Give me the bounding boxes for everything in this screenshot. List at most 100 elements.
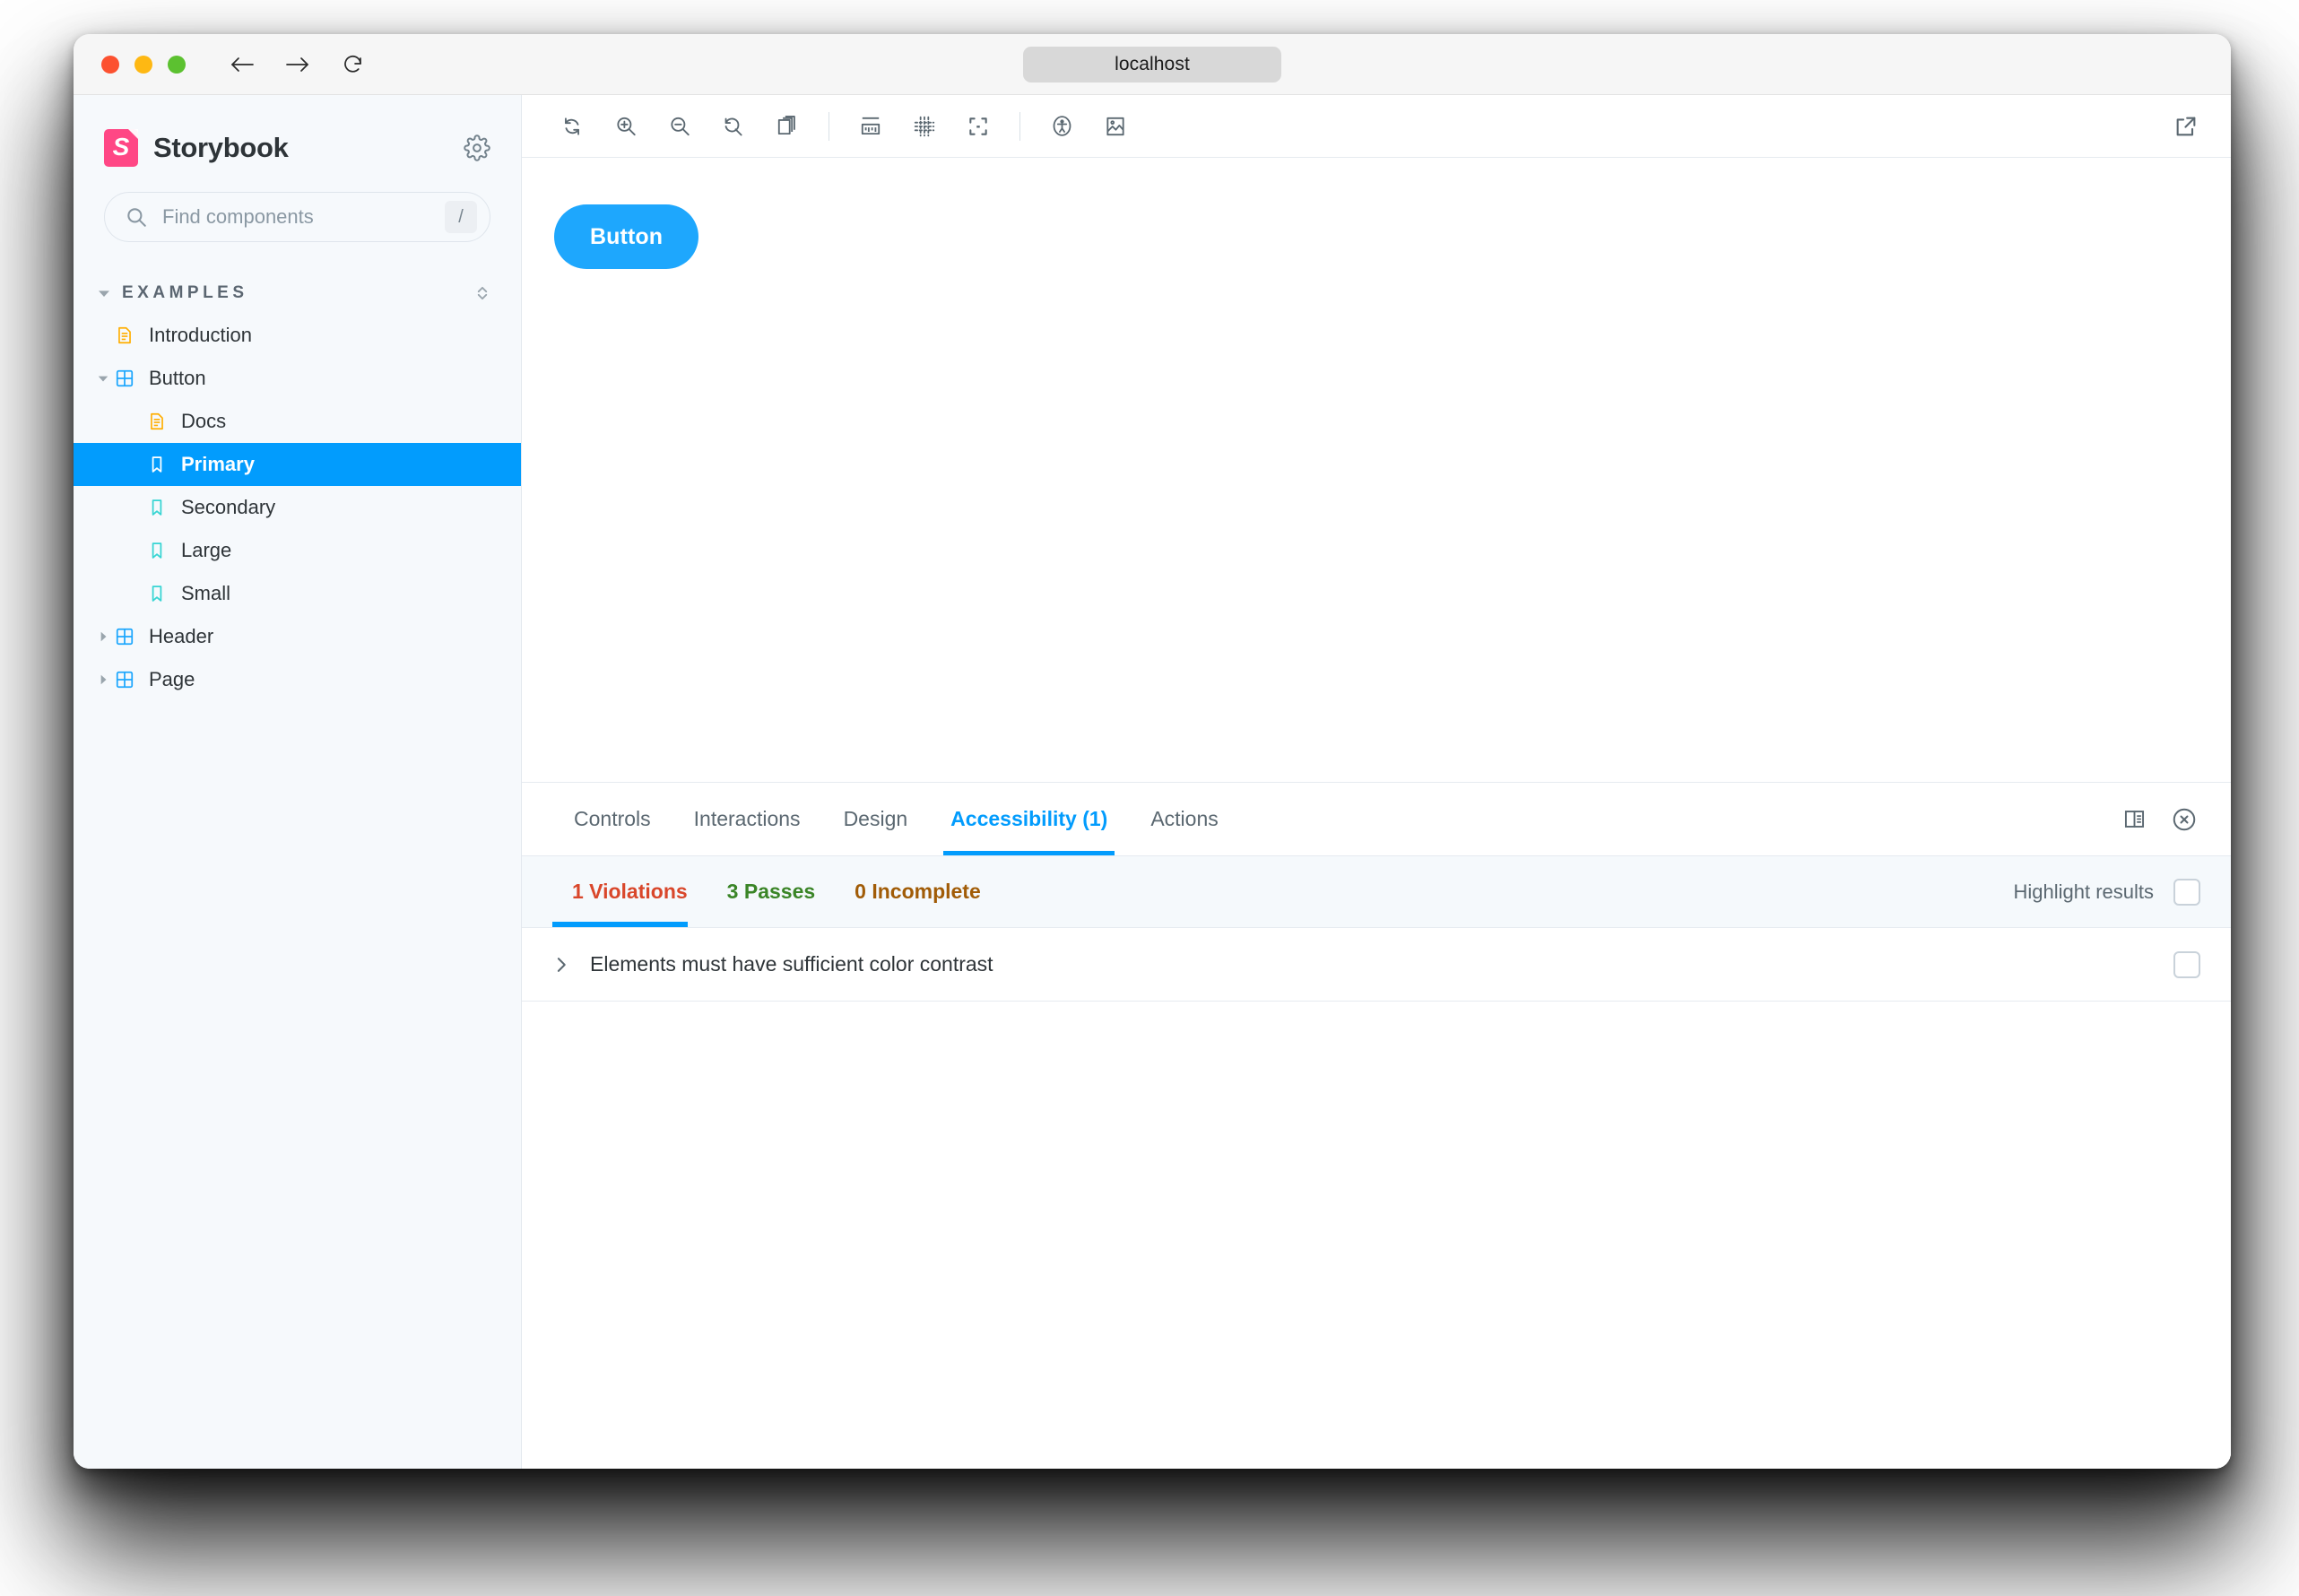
story-icon [147, 541, 167, 560]
measure-button[interactable] [849, 105, 892, 148]
zoom-reset-button[interactable] [712, 105, 755, 148]
snapshot-button[interactable] [1094, 105, 1137, 148]
story-icon [147, 498, 167, 517]
subtab-incomplete[interactable]: 0 Incomplete [835, 856, 1001, 927]
sidebar-item-primary[interactable]: Primary [74, 443, 521, 486]
sidebar-item-large[interactable]: Large [74, 529, 521, 572]
sidebar-item-label: Small [181, 582, 230, 605]
browser-nav-buttons [229, 51, 367, 78]
chevron-right-icon[interactable] [552, 956, 570, 974]
settings-button[interactable] [464, 134, 490, 161]
search-icon [125, 205, 148, 229]
backgrounds-button[interactable] [766, 105, 809, 148]
arrow-right-icon [285, 56, 310, 74]
refresh-icon [560, 115, 584, 138]
sidebar-item-secondary[interactable]: Secondary [74, 486, 521, 529]
chevron-right-icon[interactable] [97, 630, 115, 643]
sidebar-item-small[interactable]: Small [74, 572, 521, 615]
expand-all-button[interactable] [474, 283, 490, 303]
chevron-down-icon[interactable] [97, 372, 115, 385]
search-input[interactable] [162, 205, 445, 229]
sidebar-item-label: Button [149, 367, 206, 390]
photo-icon [1104, 115, 1127, 138]
reload-button[interactable] [340, 51, 367, 78]
back-button[interactable] [229, 51, 256, 78]
panel-close-button[interactable] [2159, 783, 2209, 855]
browser-window: localhost S Storybook [74, 34, 2231, 1469]
chevron-down-icon [97, 286, 111, 300]
sidebar-item-page[interactable]: Page [74, 658, 521, 701]
zoom-in-button[interactable] [604, 105, 647, 148]
document-icon [115, 325, 134, 345]
panel-position-button[interactable] [2109, 783, 2159, 855]
outline-button[interactable] [957, 105, 1000, 148]
copy-icon [776, 115, 799, 138]
zoom-out-button[interactable] [658, 105, 701, 148]
window-close-button[interactable] [101, 56, 119, 74]
browser-chrome: localhost [74, 34, 2231, 95]
addons-panel: Controls Interactions Design Accessibili… [522, 782, 2231, 1469]
window-minimize-button[interactable] [134, 56, 152, 74]
a11y-button[interactable] [1040, 105, 1083, 148]
violation-checkbox[interactable] [2173, 951, 2200, 978]
sidebar-header: S Storybook [74, 95, 521, 167]
panel-empty-area [522, 1002, 2231, 1469]
highlight-results-label: Highlight results [2013, 856, 2173, 927]
grid-icon [913, 115, 936, 138]
highlight-results-checkbox[interactable] [2173, 879, 2200, 906]
violation-row[interactable]: Elements must have sufficient color cont… [522, 928, 2231, 1002]
search-box[interactable]: / [104, 192, 490, 242]
open-in-new-tab-button[interactable] [2165, 105, 2208, 148]
tree-group-label: EXAMPLES [122, 283, 248, 303]
arrow-left-icon [230, 56, 255, 74]
url-text: localhost [1115, 54, 1190, 75]
tab-interactions[interactable]: Interactions [672, 783, 822, 855]
search-container: / [74, 167, 521, 242]
chevron-right-icon[interactable] [97, 673, 115, 686]
subtab-label: 0 Incomplete [855, 880, 981, 904]
sidebar: S Storybook [74, 95, 522, 1469]
url-bar[interactable]: localhost [1023, 47, 1281, 82]
tab-accessibility[interactable]: Accessibility (1) [929, 783, 1129, 855]
gear-icon [464, 134, 490, 161]
tab-actions[interactable]: Actions [1129, 783, 1239, 855]
forward-button[interactable] [284, 51, 311, 78]
storybook-logo-icon[interactable]: S [104, 129, 138, 167]
story-button[interactable]: Button [554, 204, 698, 269]
component-icon [115, 627, 134, 646]
sidebar-item-label: Docs [181, 410, 226, 433]
story-icon [147, 584, 167, 603]
remount-button[interactable] [551, 105, 594, 148]
sidebar-item-label: Large [181, 539, 231, 562]
grid-button[interactable] [903, 105, 946, 148]
sidebar-item-docs[interactable]: Docs [74, 400, 521, 443]
zoom-in-icon [614, 115, 638, 138]
violation-label: Elements must have sufficient color cont… [590, 952, 993, 976]
subtab-violations[interactable]: 1 Violations [552, 856, 707, 927]
tab-label: Interactions [694, 807, 801, 831]
subtab-label: 1 Violations [572, 880, 688, 904]
subtab-passes[interactable]: 3 Passes [707, 856, 835, 927]
panel-layout-icon [2122, 807, 2147, 831]
tree-group-examples[interactable]: EXAMPLES [74, 273, 521, 314]
sidebar-item-header[interactable]: Header [74, 615, 521, 658]
tab-design[interactable]: Design [822, 783, 930, 855]
window-zoom-button[interactable] [168, 56, 186, 74]
tab-controls[interactable]: Controls [552, 783, 672, 855]
sidebar-item-label: Secondary [181, 496, 275, 519]
chevron-updown-icon [474, 283, 490, 303]
sidebar-item-label: Header [149, 625, 213, 648]
story-icon [147, 455, 167, 474]
traffic-lights [101, 56, 186, 74]
search-shortcut-key: / [445, 201, 477, 233]
logo-letter: S [113, 134, 130, 160]
sidebar-item-button[interactable]: Button [74, 357, 521, 400]
sidebar-item-label: Primary [181, 453, 255, 476]
ruler-icon [859, 115, 882, 138]
toolbar-divider [1019, 112, 1020, 141]
zoom-out-icon [668, 115, 691, 138]
sidebar-item-introduction[interactable]: Introduction [74, 314, 521, 357]
preview-toolbar [522, 95, 2231, 158]
tab-label: Accessibility (1) [950, 807, 1107, 831]
sidebar-item-label: Introduction [149, 324, 252, 347]
